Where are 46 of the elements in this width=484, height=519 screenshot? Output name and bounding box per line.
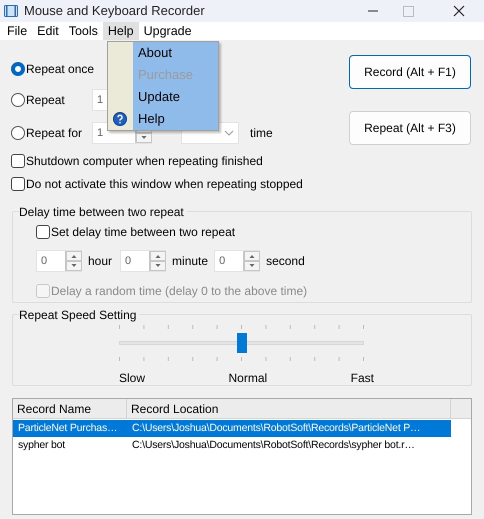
spin-box[interactable]: 0 bbox=[120, 250, 166, 272]
close-icon bbox=[453, 5, 465, 17]
radio-label: Repeat bbox=[26, 92, 66, 109]
table-row[interactable]: sypher bot C:\Users\Joshua\Documents\RobotSoft\Records\sypher bot.r… bbox=[13, 437, 451, 454]
unit-label: minute bbox=[172, 253, 208, 270]
table-cell-text: C:\Users\Joshua\Documents\RobotSoft\Records\ParticleNet P… bbox=[131, 421, 422, 436]
checkbox-label: Do not activate this window when repeating stopped bbox=[26, 176, 303, 192]
radio-button[interactable] bbox=[11, 126, 25, 140]
checkbox-label: Set delay time between two repeat bbox=[51, 224, 236, 241]
radio-label: Repeat once bbox=[26, 60, 92, 78]
window-title: Mouse and Keyboard Recorder bbox=[24, 2, 205, 20]
spin-box[interactable]: 0 bbox=[214, 250, 260, 272]
action-button[interactable]: Repeat (Alt + F3) bbox=[349, 111, 471, 145]
radio-button[interactable] bbox=[11, 93, 25, 107]
app-icon bbox=[4, 5, 18, 17]
maximize-icon bbox=[403, 6, 414, 16]
column-header[interactable]: Record Name bbox=[13, 399, 127, 418]
unit-label: hour bbox=[88, 253, 112, 270]
checkbox[interactable] bbox=[11, 154, 25, 168]
table-cell-text: C:\Users\Joshua\Documents\RobotSoft\Records\sypher bot.r… bbox=[131, 438, 416, 453]
slider-label: Normal bbox=[228, 370, 268, 387]
menu-item[interactable]: Update bbox=[108, 86, 218, 108]
table-row[interactable]: ParticleNet Purchas… C:\Users\Joshua\Documents\RobotSoft\Records\ParticleNet P… bbox=[13, 420, 451, 437]
action-button[interactable]: Record (Alt + F1) bbox=[349, 55, 471, 89]
checkbox-label: Delay a random time (delay 0 to the above time) bbox=[51, 283, 308, 300]
slider-label: Slow bbox=[119, 370, 146, 387]
menu-item[interactable]: Help bbox=[102, 22, 139, 40]
spin-box[interactable]: 0 bbox=[36, 250, 82, 272]
unit-label: second bbox=[266, 253, 305, 270]
menu-item[interactable]: Upgrade bbox=[138, 22, 197, 40]
checkbox[interactable] bbox=[11, 176, 25, 190]
slider-label: Fast bbox=[350, 370, 374, 387]
table-cell-text: sypher bot bbox=[17, 438, 66, 453]
menu-item[interactable]: About bbox=[108, 42, 218, 64]
chevron-down-icon bbox=[224, 130, 234, 136]
unit-label: time bbox=[250, 124, 273, 142]
menu-item[interactable]: Tools bbox=[64, 22, 103, 40]
checkbox-label: Shutdown computer when repeating finished bbox=[26, 152, 263, 170]
menu-item[interactable]: Edit bbox=[32, 22, 64, 40]
menu-item[interactable]: File bbox=[2, 22, 32, 40]
radio-label: Repeat for bbox=[26, 124, 84, 142]
table-cell-text: ParticleNet Purchas… bbox=[17, 421, 118, 436]
column-header[interactable]: Record Location bbox=[127, 399, 451, 418]
radio-button[interactable] bbox=[11, 62, 25, 76]
slider-thumb[interactable] bbox=[236, 333, 246, 353]
checkbox[interactable] bbox=[36, 225, 50, 239]
